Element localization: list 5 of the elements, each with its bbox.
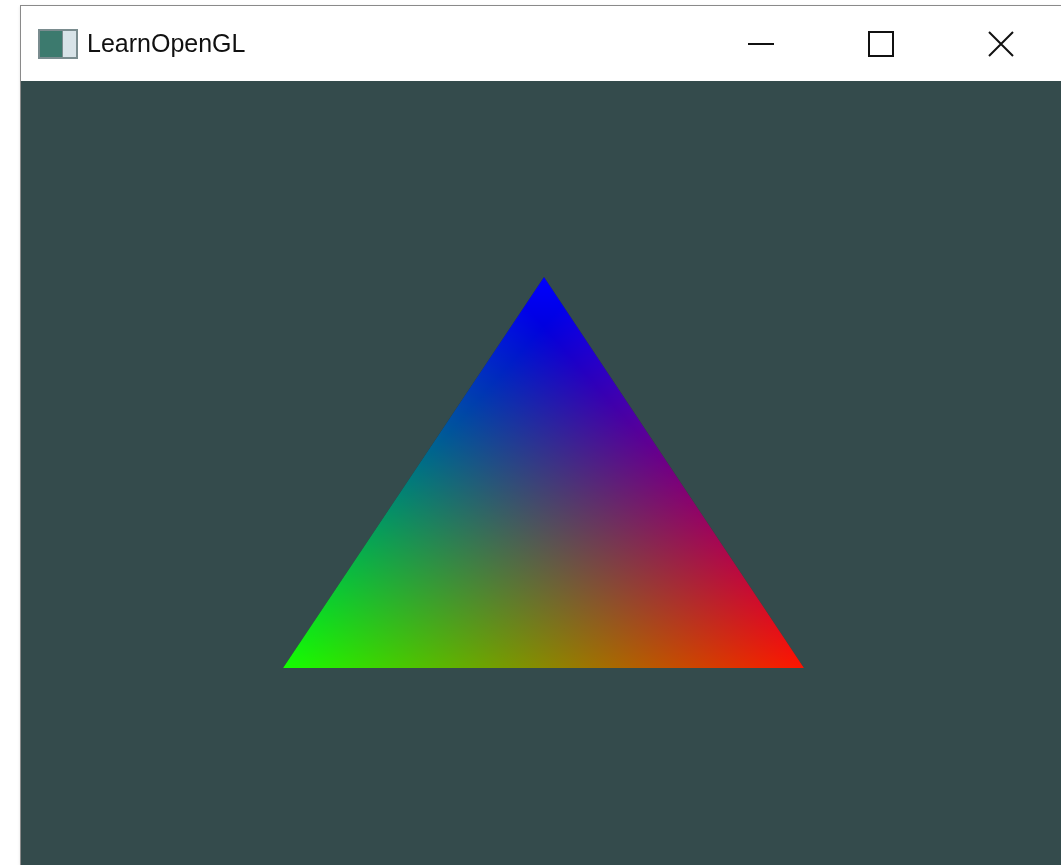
minimize-icon <box>748 42 774 45</box>
app-icon <box>38 28 78 59</box>
maximize-icon <box>868 30 894 57</box>
window-title: LearnOpenGL <box>87 27 246 59</box>
close-icon <box>988 30 1014 57</box>
